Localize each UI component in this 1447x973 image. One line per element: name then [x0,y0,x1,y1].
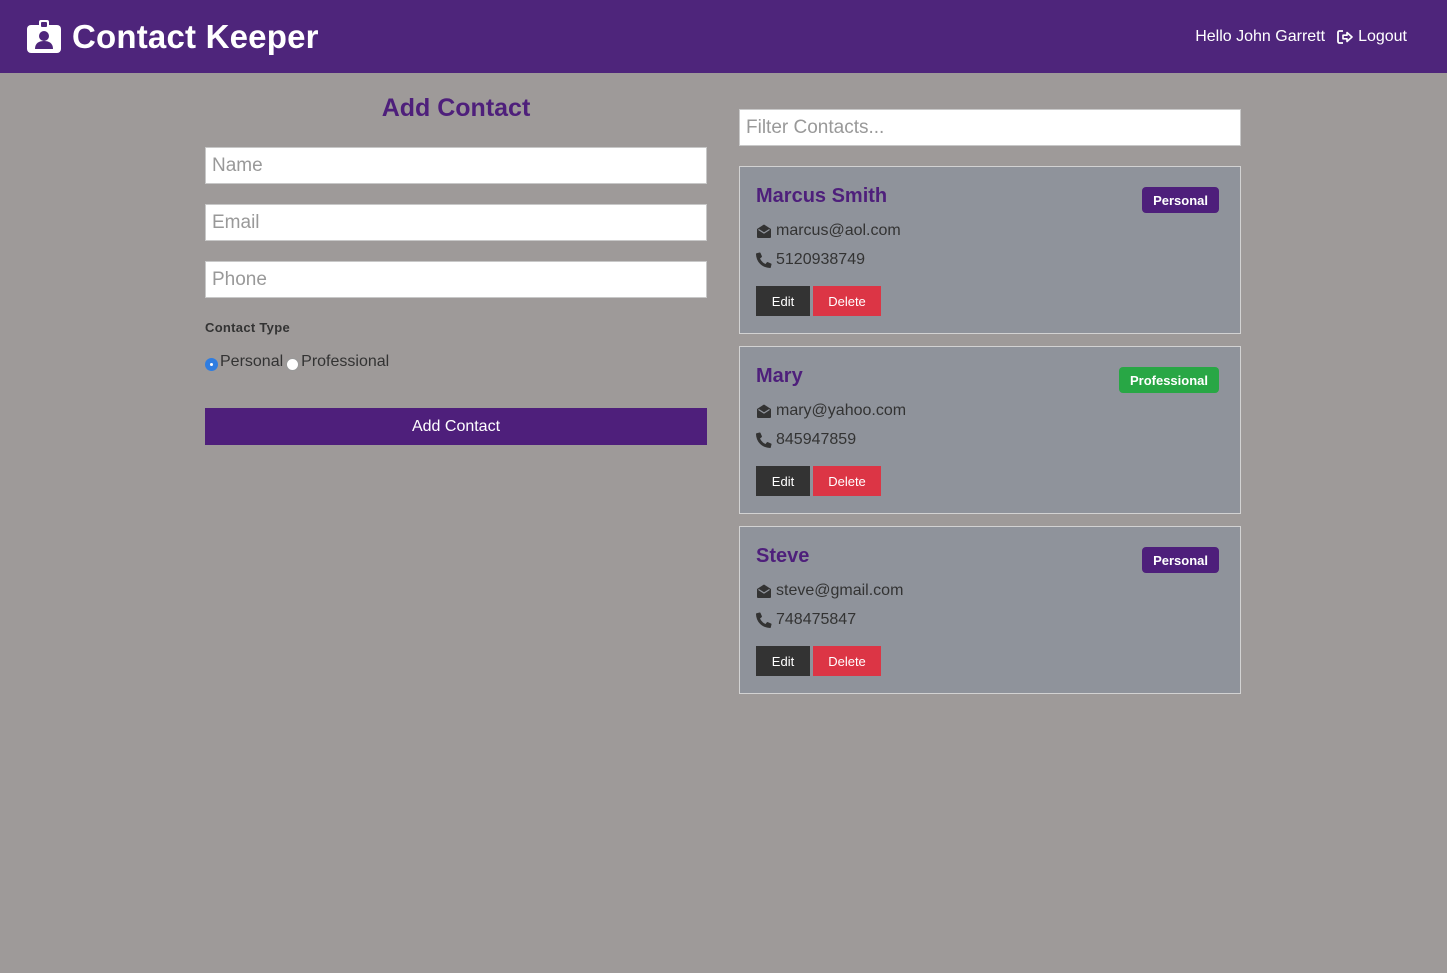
personal-radio[interactable] [205,357,218,371]
name-input[interactable] [205,147,707,184]
delete-button[interactable]: Delete [813,466,881,496]
contact-phone: 748475847 [776,611,857,628]
contact-email: marcus@aol.com [776,222,901,239]
id-badge-icon [27,19,61,53]
logout-label: Logout [1358,27,1407,45]
phone-input[interactable] [205,261,707,298]
contact-type-badge: Professional [1118,367,1219,393]
email-input[interactable] [205,204,707,241]
filter-input[interactable] [739,109,1241,146]
envelope-open-icon [757,404,771,418]
add-contact-button[interactable]: Add Contact [205,408,707,445]
edit-button[interactable]: Edit [756,646,810,676]
contact-phone: 845947859 [776,431,857,448]
contact-form: Add Contact Contact Type Personal Profes… [205,90,707,445]
contact-email-row: mary@yahoo.com [756,401,1224,421]
contact-email-row: steve@gmail.com [756,581,1224,601]
phone-icon [756,252,772,268]
contact-list: Marcus Smith Personal marcus@aol.com 512… [739,109,1241,694]
form-title: Add Contact [381,94,531,122]
delete-button[interactable]: Delete [813,646,881,676]
envelope-open-icon [757,584,771,598]
contact-card: Steve Personal steve@gmail.com 748475847… [739,526,1241,694]
nav-right: Hello John Garrett Logout [1195,28,1407,46]
contact-phone-row: 845947859 [756,430,1224,450]
contact-type-badge: Personal [1142,187,1219,213]
navbar: Contact Keeper Hello John Garrett Logout [0,0,1447,73]
envelope-open-icon [757,224,771,238]
contact-phone-row: 748475847 [756,610,1224,630]
user-greeting: Hello John Garrett [1195,27,1326,45]
contact-email-row: marcus@aol.com [756,221,1224,241]
contact-phone: 5120938749 [776,251,865,268]
edit-button[interactable]: Edit [756,286,810,316]
contact-type-radio-group: Personal Professional [205,353,707,371]
contact-email: steve@gmail.com [776,582,904,599]
contact-phone-row: 5120938749 [756,250,1224,270]
contact-actions: Edit Delete [756,286,1224,316]
logout-link[interactable]: Logout [1337,28,1407,46]
contact-card: Mary Professional mary@yahoo.com 8459478… [739,346,1241,514]
contact-actions: Edit Delete [756,466,1224,496]
phone-icon [756,432,772,448]
contact-actions: Edit Delete [756,646,1224,676]
contact-type-badge: Personal [1142,547,1219,573]
professional-radio-label[interactable]: Professional [301,353,389,371]
contact-type-label: Contact Type [205,320,290,335]
contact-card: Marcus Smith Personal marcus@aol.com 512… [739,166,1241,334]
personal-radio-label[interactable]: Personal [220,353,283,371]
brand[interactable]: Contact Keeper [26,18,319,56]
phone-icon [756,612,772,628]
sign-out-icon [1337,29,1353,44]
contact-email: mary@yahoo.com [776,402,907,419]
professional-radio[interactable] [286,357,300,371]
edit-button[interactable]: Edit [756,466,810,496]
delete-button[interactable]: Delete [813,286,881,316]
app-title: Contact Keeper [72,17,319,55]
